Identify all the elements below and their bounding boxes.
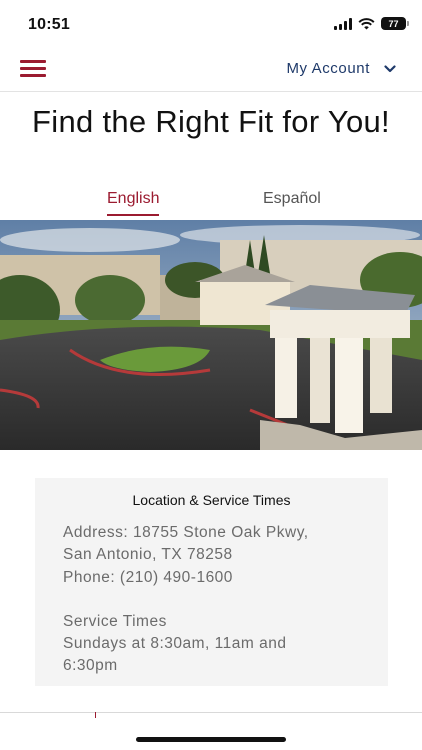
my-account-label: My Account [286,60,370,77]
home-indicator[interactable] [136,737,286,742]
status-icons: 77 [334,17,409,30]
tab-espanol[interactable]: Español [263,190,321,214]
battery-icon: 77 [381,17,409,30]
wifi-icon [358,17,375,29]
signal-icon [334,17,352,30]
status-time: 10:51 [28,16,70,33]
bottom-accent-mark [95,712,96,718]
church-building-image [0,220,422,450]
bottom-divider [0,712,422,713]
page-title: Find the Right Fit for You! [32,104,390,139]
service-times-line-1: Sundays at 8:30am, 11am and [63,635,287,653]
phone-number[interactable]: Phone: (210) 490-1600 [63,567,309,589]
chevron-down-icon [384,64,396,72]
card-details: Address: 18755 Stone Oak Pkwy, San Anton… [63,522,309,678]
nav-bar: My Account [0,48,422,92]
tab-english[interactable]: English [107,190,160,216]
my-account-button[interactable]: My Account [286,60,396,77]
address-line-1: Address: 18755 Stone Oak Pkwy, [63,524,309,541]
location-service-card: Location & Service Times Address: 18755 … [35,478,388,686]
language-tabs: English Español [0,190,422,220]
status-bar: 10:51 77 [0,0,422,48]
card-title: Location & Service Times [132,492,291,508]
service-times-heading: Service Times [63,612,167,630]
service-times-line-2: 6:30pm [63,657,118,675]
hamburger-menu-icon[interactable] [20,58,48,80]
address-line-2: San Antonio, TX 78258 [63,546,233,564]
